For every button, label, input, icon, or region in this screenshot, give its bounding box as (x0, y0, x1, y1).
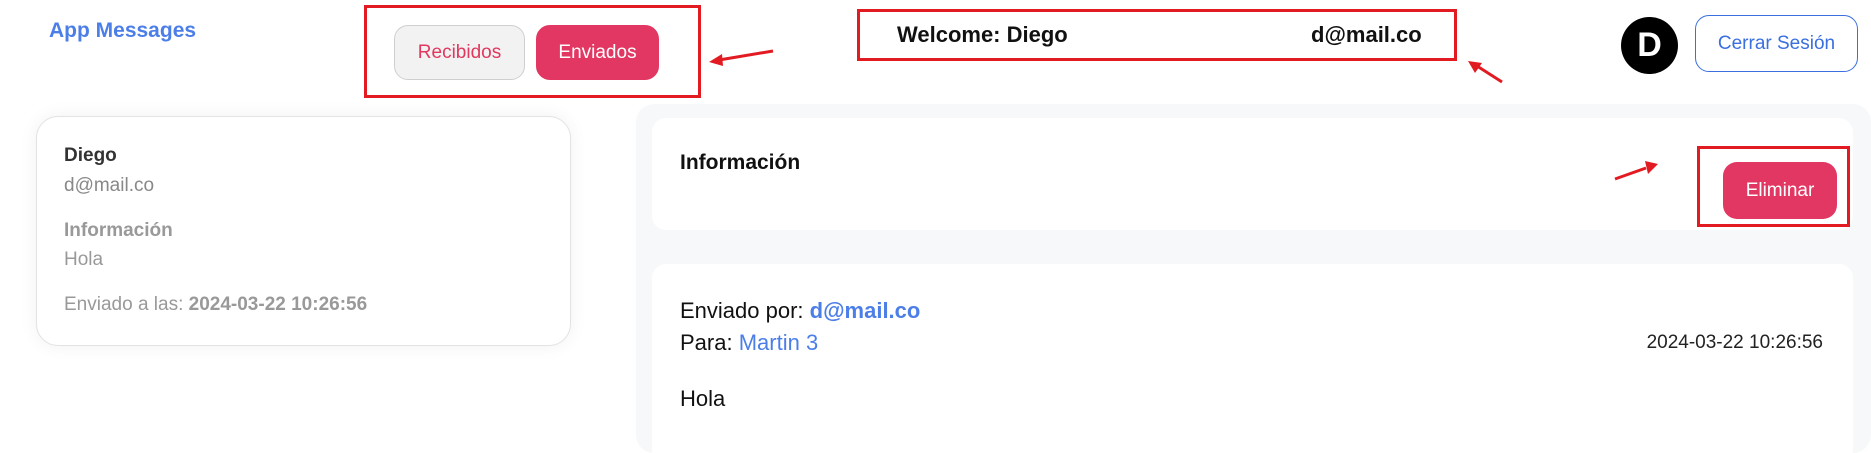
welcome-email: d@mail.co (1311, 22, 1422, 47)
delete-annotation-box: Eliminar (1697, 146, 1850, 227)
message-from: Enviado por: d@mail.co (680, 298, 920, 324)
detail-title: Información (680, 151, 801, 174)
welcome-label: Welcome: Diego (897, 22, 1068, 47)
app-brand[interactable]: App Messages (49, 19, 196, 43)
tab-recibidos[interactable]: Recibidos (394, 25, 525, 80)
message-sender-email: d@mail.co (64, 175, 155, 196)
message-info-text: Hola (64, 249, 104, 270)
tabs-annotation-box: Recibidos Enviados (364, 5, 701, 98)
message-sent-prefix: Enviado a las: (64, 294, 189, 315)
annotation-arrow-welcome (1468, 61, 1503, 84)
message-sent-time: Enviado a las: 2024-03-22 10:26:56 (64, 294, 367, 316)
message-info-title: Información (64, 220, 173, 241)
to-prefix: Para: (680, 330, 739, 355)
annotation-arrow-delete (1614, 161, 1658, 181)
detail-header-card: Información Eliminar (652, 118, 1853, 230)
message-list-item[interactable]: Diego d@mail.co Información Hola Enviado… (36, 116, 571, 346)
tab-enviados[interactable]: Enviados (536, 25, 659, 80)
logout-button[interactable]: Cerrar Sesión (1695, 15, 1858, 72)
from-prefix: Enviado por: (680, 298, 810, 323)
delete-button[interactable]: Eliminar (1723, 162, 1837, 219)
message-sent-value: 2024-03-22 10:26:56 (188, 294, 368, 315)
annotation-arrow-tabs (709, 49, 774, 66)
detail-panel: Información Eliminar Enviado por: d@mail… (636, 104, 1871, 453)
message-body: Hola (680, 386, 726, 411)
from-value: d@mail.co (809, 298, 921, 323)
message-sender-name: Diego (64, 145, 117, 166)
message-detail-card: Enviado por: d@mail.co Para: Martin 3 20… (652, 264, 1853, 453)
message-to: Para: Martin 3 (680, 330, 818, 356)
welcome-annotation-box: Welcome: Diego d@mail.co (857, 9, 1457, 61)
to-value: Martin 3 (738, 330, 819, 355)
message-date: 2024-03-22 10:26:56 (1646, 332, 1823, 353)
avatar[interactable]: D (1621, 17, 1678, 74)
